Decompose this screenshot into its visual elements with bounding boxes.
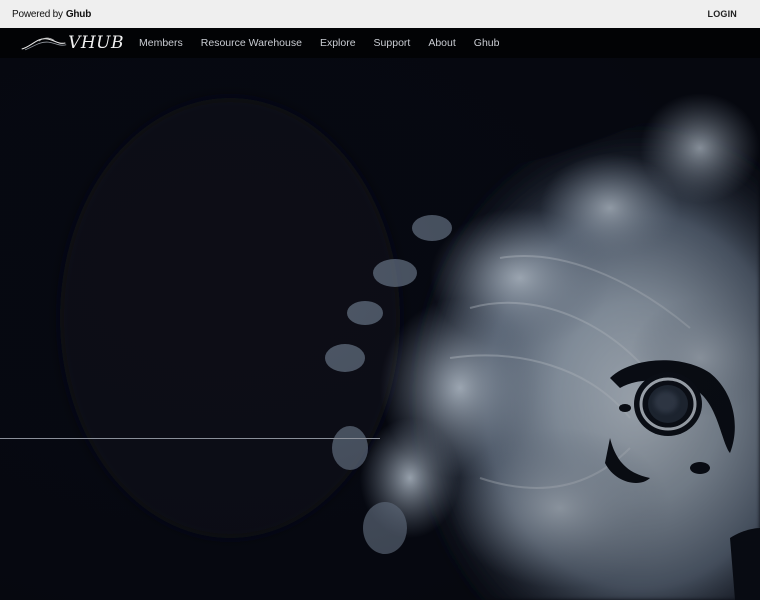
login-link[interactable]: LOGIN bbox=[708, 9, 738, 19]
logo-text: VHUB bbox=[68, 33, 124, 53]
powered-by: Powered by Ghub bbox=[12, 9, 91, 20]
powered-by-prefix: Powered by bbox=[12, 8, 63, 20]
nav-item-resource-warehouse[interactable]: Resource Warehouse bbox=[201, 37, 302, 49]
nav-item-explore[interactable]: Explore bbox=[320, 37, 356, 49]
top-bar: Powered by Ghub LOGIN bbox=[0, 0, 760, 28]
hero-banner bbox=[0, 58, 760, 600]
nav-item-about[interactable]: About bbox=[428, 37, 455, 49]
nav-item-members[interactable]: Members bbox=[139, 37, 183, 49]
main-nav: VHUB Members Resource Warehouse Explore … bbox=[0, 28, 760, 58]
nav-items: Members Resource Warehouse Explore Suppo… bbox=[139, 37, 517, 49]
vhub-logo[interactable]: VHUB bbox=[20, 28, 124, 58]
powered-by-brand: Ghub bbox=[65, 8, 92, 20]
nav-item-support[interactable]: Support bbox=[374, 37, 411, 49]
hurricane-satellite-image bbox=[0, 58, 760, 600]
nav-item-ghub[interactable]: Ghub bbox=[474, 37, 500, 49]
wave-logo-icon bbox=[21, 37, 67, 51]
hero-divider bbox=[0, 438, 380, 439]
